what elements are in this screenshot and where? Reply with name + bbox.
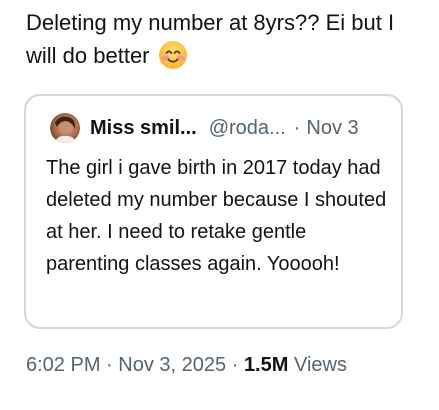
views-label: Views	[293, 354, 347, 376]
tweet-date[interactable]: Nov 3, 2025	[118, 354, 226, 376]
quoted-author-name[interactable]: Miss smil...	[90, 117, 197, 140]
quoted-tweet-text: The girl i gave birth in 2017 today had …	[46, 157, 387, 275]
quoted-tweet-header: Miss smil... @roda... · Nov 3	[50, 112, 359, 144]
tweet-text: Deleting my number at 8yrs?? Ei but I wi…	[26, 6, 426, 72]
tweet-metadata: 6:02 PM · Nov 3, 2025 · 1.5M Views	[26, 350, 347, 380]
meta-separator: ·	[231, 354, 239, 376]
quoted-author-handle[interactable]: @roda...	[209, 117, 286, 140]
quoted-tweet-date[interactable]: Nov 3	[306, 117, 358, 140]
tweet-time[interactable]: 6:02 PM	[26, 354, 100, 376]
tweet-text-content: Deleting my number at 8yrs?? Ei but I wi…	[26, 10, 395, 68]
views-count: 1.5M	[243, 354, 289, 376]
quoted-tweet-card[interactable]: Miss smil... @roda... · Nov 3 The girl i…	[24, 94, 403, 329]
smiling-face-emoji-icon	[158, 40, 188, 70]
header-separator: ·	[293, 116, 301, 139]
avatar[interactable]	[50, 113, 80, 143]
meta-separator: ·	[106, 354, 113, 376]
